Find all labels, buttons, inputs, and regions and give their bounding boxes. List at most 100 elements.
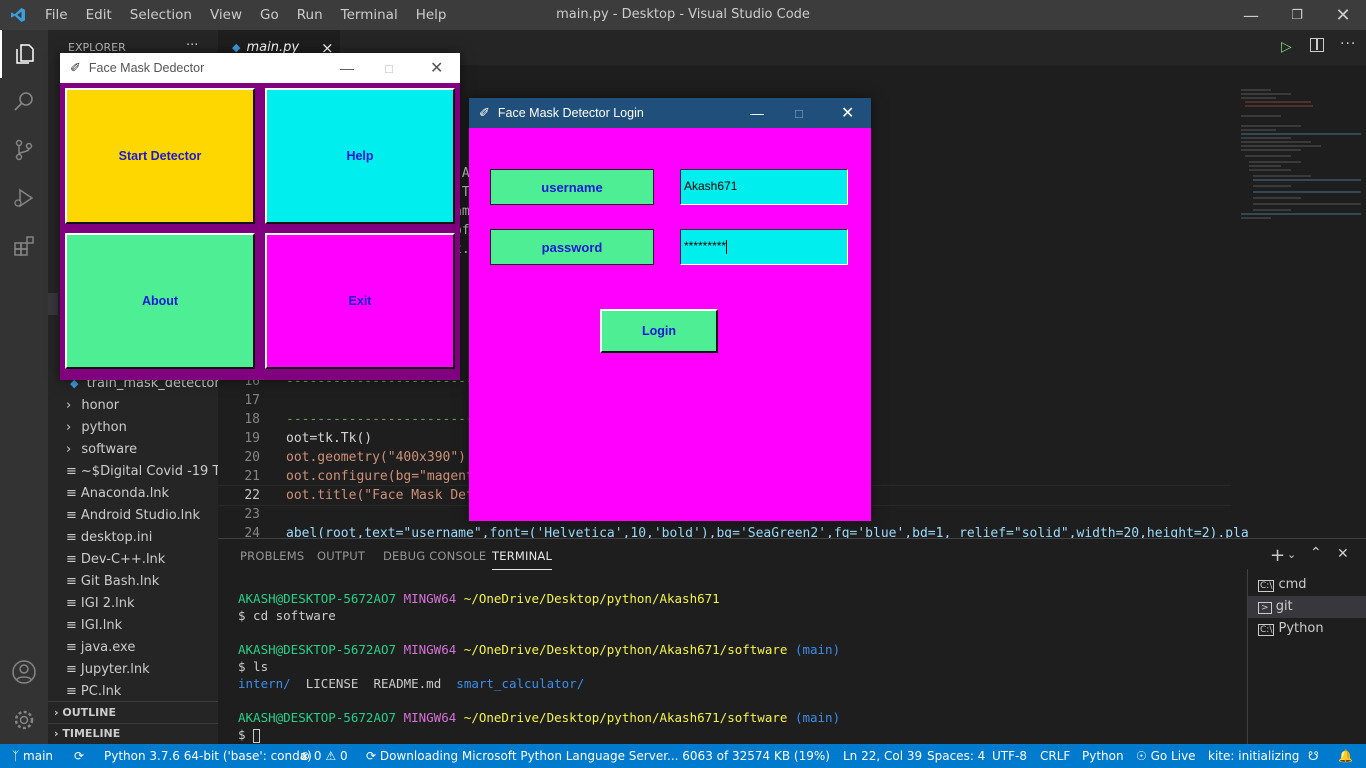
about-button[interactable]: About <box>65 233 255 369</box>
menu-selection[interactable]: Selection <box>121 0 201 30</box>
search-activity[interactable] <box>0 78 48 126</box>
password-field[interactable]: ********* <box>680 229 848 265</box>
menu-go[interactable]: Go <box>251 0 288 30</box>
login-title: Face Mask Detector Login <box>497 106 644 120</box>
username-field[interactable]: Akash671 <box>680 169 848 205</box>
terminal-prompt: AKASH@DESKTOP-5672AO7 MINGW64 ~/OneDrive… <box>238 641 840 658</box>
terminal-item-git[interactable]: > git <box>1248 596 1366 618</box>
exit-button[interactable]: Exit <box>265 233 455 369</box>
line-number: 19 <box>244 431 260 446</box>
sync-icon[interactable]: ⟳ <box>74 744 84 768</box>
minimize-button[interactable]: — <box>1228 0 1274 30</box>
menu-view[interactable]: View <box>201 0 251 30</box>
help-button[interactable]: Help <box>265 88 455 224</box>
menu-run[interactable]: Run <box>288 0 332 30</box>
manage-activity[interactable] <box>0 696 48 744</box>
problems-status[interactable]: ⊗ 0 ⚠ 0 <box>300 744 348 768</box>
run-python-file-icon[interactable]: ▷ <box>1281 39 1292 55</box>
timeline-section[interactable]: › TIMELINE <box>48 723 218 744</box>
file-label: IGI.lnk <box>80 618 123 633</box>
menu-file[interactable]: File <box>36 0 77 30</box>
source-control-activity[interactable] <box>0 126 48 174</box>
extensions-activity[interactable] <box>0 222 48 270</box>
run-debug-activity[interactable] <box>0 174 48 222</box>
branch-status[interactable]: ᛉ main <box>12 744 53 768</box>
login-titlebar: ✐ Face Mask Detector Login — □ ✕ <box>469 98 871 128</box>
more-actions-icon[interactable]: ··· <box>1340 36 1356 52</box>
file-label: java.exe <box>80 640 136 655</box>
menu-terminal[interactable]: Terminal <box>332 0 407 30</box>
scroll-indicator <box>48 293 58 315</box>
close-icon[interactable]: ✕ <box>841 103 854 123</box>
file-item-git-bash[interactable]: ≡ Git Bash.lnk <box>48 571 218 593</box>
language-mode[interactable]: Python <box>1082 744 1124 768</box>
go-live-label: Go Live <box>1150 749 1196 763</box>
close-window-button[interactable]: ✕ <box>1320 0 1366 30</box>
terminal-command: $ <box>238 727 254 742</box>
split-editor-icon[interactable] <box>1310 38 1324 52</box>
restore-button[interactable]: ❐ <box>1274 0 1320 30</box>
prompt-user: AKASH@DESKTOP-5672AO7 <box>238 591 397 606</box>
cursor-position[interactable]: Ln 22, Col 39 <box>843 744 922 768</box>
line-number: 17 <box>244 393 260 408</box>
kite-status[interactable]: kite: initializing <box>1208 744 1299 768</box>
folder-item-python[interactable]: › python <box>48 417 218 439</box>
explorer-activity[interactable] <box>0 30 48 78</box>
folder-item-software[interactable]: › software <box>48 439 218 461</box>
start-detector-button[interactable]: Start Detector <box>65 88 255 224</box>
file-item-devcpp[interactable]: ≡ Dev-C++.lnk <box>48 549 218 571</box>
go-live-button[interactable]: ☉ Go Live <box>1136 744 1196 768</box>
tab-output[interactable]: OUTPUT <box>317 549 365 563</box>
outline-section[interactable]: › OUTLINE <box>48 701 218 723</box>
indentation[interactable]: Spaces: 4 <box>927 744 985 768</box>
close-icon[interactable]: ✕ <box>430 58 443 78</box>
minimize-icon[interactable]: — <box>340 60 354 76</box>
file-item-desktop-ini[interactable]: ≡ desktop.ini <box>48 527 218 549</box>
file-item-anaconda[interactable]: ≡ Anaconda.lnk <box>48 483 218 505</box>
file-lines-icon: ≡ <box>66 662 77 677</box>
tab-terminal[interactable]: TERMINAL <box>492 549 553 570</box>
terminal-item-python[interactable]: C:\ Python <box>1248 618 1366 640</box>
line-ending[interactable]: CRLF <box>1040 744 1070 768</box>
terminal-input-line[interactable]: $ <box>238 726 261 743</box>
chevron-down-icon[interactable]: ⌄ <box>1287 548 1296 561</box>
terminal-output: intern/ LICENSE README.md smart_calculat… <box>238 675 584 692</box>
file-item-igi[interactable]: ≡ IGI.lnk <box>48 615 218 637</box>
encoding[interactable]: UTF-8 <box>992 744 1027 768</box>
file-item-android-studio[interactable]: ≡ Android Studio.lnk <box>48 505 218 527</box>
search-icon <box>14 92 33 111</box>
accounts-activity[interactable] <box>0 648 48 696</box>
new-terminal-icon[interactable]: + <box>1270 545 1285 566</box>
tab-problems[interactable]: PROBLEMS <box>240 549 304 563</box>
close-panel-icon[interactable]: ✕ <box>1337 546 1349 562</box>
terminal-item-cmd[interactable]: C:\ cmd <box>1248 574 1366 596</box>
menu-edit[interactable]: Edit <box>77 0 121 30</box>
terminal-command: $ cd software <box>238 608 336 623</box>
menu-help[interactable]: Help <box>407 0 456 30</box>
file-item-pc[interactable]: ≡ PC.lnk <box>48 681 218 703</box>
file-item-java[interactable]: ≡ java.exe <box>48 637 218 659</box>
notifications-icon[interactable]: 🔔 <box>1338 744 1353 768</box>
file-label: Dev-C++.lnk <box>80 552 166 567</box>
file-item-igi2[interactable]: ≡ IGI 2.lnk <box>48 593 218 615</box>
feedback-icon[interactable]: ☋ <box>1308 744 1319 768</box>
minimize-icon[interactable]: — <box>750 105 764 121</box>
folder-item-honor[interactable]: › honor <box>48 395 218 417</box>
python-interpreter[interactable]: Python 3.7.6 64-bit ('base': conda) <box>104 744 312 768</box>
minimap[interactable] <box>1231 86 1366 538</box>
more-actions-icon[interactable]: ··· <box>186 38 198 53</box>
terminal-icon: > <box>1258 602 1272 614</box>
warning-icon: ⚠ <box>325 749 337 763</box>
login-window: ✐ Face Mask Detector Login — □ ✕ usernam… <box>469 98 871 521</box>
line-number: 21 <box>244 469 260 484</box>
file-lines-icon: ≡ <box>66 684 77 699</box>
file-item-jupyter[interactable]: ≡ Jupyter.lnk <box>48 659 218 681</box>
maximize-panel-icon[interactable]: ⌃ <box>1310 545 1322 561</box>
maximize-icon[interactable]: □ <box>795 106 803 121</box>
login-button[interactable]: Login <box>600 309 718 353</box>
terminal-icon: C:\ <box>1258 624 1275 636</box>
file-item-digital-covid[interactable]: ≡ ~$Digital Covid -19 T... <box>48 461 218 483</box>
files-icon <box>16 44 34 64</box>
maximize-icon[interactable]: □ <box>385 61 393 76</box>
tab-debug-console[interactable]: DEBUG CONSOLE <box>383 549 486 563</box>
